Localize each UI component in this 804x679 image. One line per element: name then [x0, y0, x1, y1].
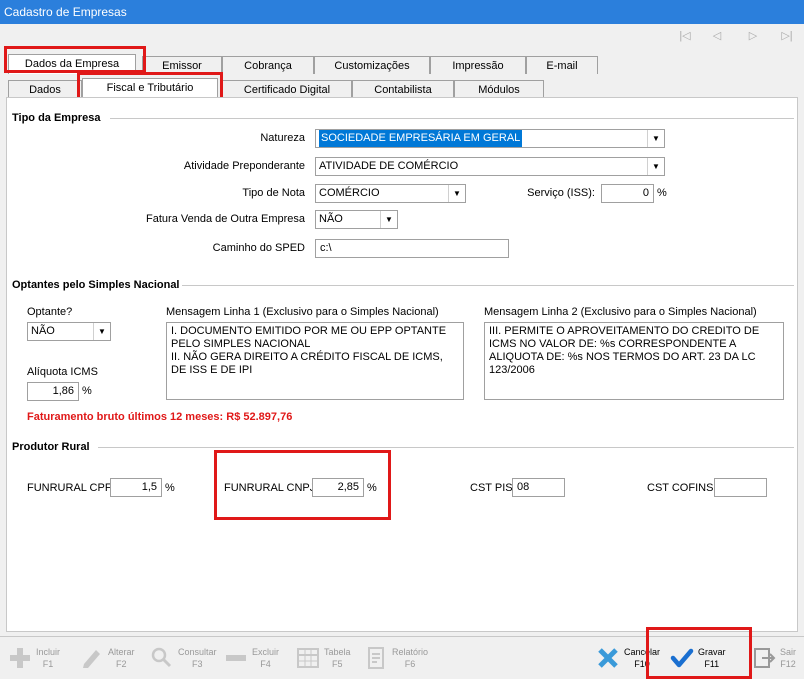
fatura-select[interactable]: NÃO ▼	[315, 210, 398, 229]
servico-field[interactable]: 0	[601, 184, 654, 203]
close-icon	[598, 648, 618, 668]
servico-label: Serviço (ISS):	[527, 187, 595, 199]
consultar-button[interactable]: Consultar F3	[150, 642, 217, 674]
search-icon	[151, 647, 172, 668]
tipo-nota-select[interactable]: COMÉRCIO ▼	[315, 184, 466, 203]
msg1-textarea[interactable]: I. DOCUMENTO EMITIDO POR ME OU EPP OPTAN…	[166, 322, 464, 400]
tab-highlight	[4, 46, 146, 73]
tab-customizacoes[interactable]: Customizações	[314, 56, 430, 74]
excluir-label: Excluir	[252, 647, 280, 657]
sair-key: F12	[780, 659, 796, 669]
msg2-label: Mensagem Linha 2 (Exclusivo para o Simpl…	[484, 306, 757, 318]
cst-cofins-label: CST COFINS	[647, 482, 714, 494]
last-record-icon[interactable]: ▷|	[779, 28, 795, 44]
optante-label: Optante?	[27, 306, 73, 318]
atividade-select[interactable]: ATIVIDADE DE COMÉRCIO ▼	[315, 157, 665, 176]
tipo-nota-value: COMÉRCIO	[319, 187, 380, 199]
tabela-label: Tabela	[324, 647, 351, 657]
relatorio-key: F6	[404, 659, 416, 669]
section-tipo-empresa: Tipo da Empresa	[12, 112, 101, 124]
incluir-key: F1	[42, 659, 54, 669]
subtab-certificado-digital[interactable]: Certificado Digital	[222, 80, 352, 98]
faturamento-text: Faturamento bruto últimos 12 meses: R$ 5…	[27, 411, 293, 423]
servico-unit: %	[657, 187, 667, 199]
chevron-down-icon: ▼	[93, 323, 110, 340]
sped-path-field[interactable]: c:\	[315, 239, 509, 258]
atividade-value: ATIVIDADE DE COMÉRCIO	[319, 160, 459, 172]
exit-icon	[754, 648, 776, 668]
alterar-key: F2	[116, 659, 127, 669]
relatorio-label: Relatório	[392, 647, 429, 657]
divider	[110, 118, 794, 119]
alterar-label: Alterar	[108, 647, 135, 657]
previous-record-icon[interactable]: ◁	[709, 28, 725, 44]
sair-button[interactable]: Sair F12	[752, 642, 800, 674]
consultar-key: F3	[192, 659, 203, 669]
first-record-icon[interactable]: |◁	[677, 28, 693, 44]
divider	[182, 285, 794, 286]
sped-label: Caminho do SPED	[212, 242, 305, 254]
table-icon	[297, 648, 319, 668]
subtab-dados[interactable]: Dados	[8, 80, 82, 98]
report-icon	[368, 647, 384, 669]
pencil-icon	[83, 650, 100, 668]
msg1-label: Mensagem Linha 1 (Exclusivo para o Simpl…	[166, 306, 439, 318]
section-produtor-rural: Produtor Rural	[12, 441, 90, 453]
consultar-label: Consultar	[178, 647, 217, 657]
tab-cobranca[interactable]: Cobrança	[222, 56, 314, 74]
sair-label: Sair	[780, 647, 797, 657]
relatorio-button[interactable]: Relatório F6	[364, 642, 434, 674]
divider	[98, 447, 794, 448]
cst-cofins-field[interactable]	[714, 478, 767, 497]
incluir-label: Incluir	[36, 647, 61, 657]
chevron-down-icon: ▼	[647, 158, 664, 175]
fatura-value: NÃO	[319, 213, 343, 225]
next-record-icon[interactable]: ▷	[745, 28, 761, 44]
funrural-cpf-label: FUNRURAL CPF	[27, 482, 112, 494]
alterar-button[interactable]: Alterar F2	[80, 642, 142, 674]
aliquota-unit: %	[82, 385, 92, 397]
tabela-button[interactable]: Tabela F5	[296, 642, 358, 674]
chevron-down-icon: ▼	[380, 211, 397, 228]
aliquota-field[interactable]: 1,86	[27, 382, 79, 401]
plus-icon	[10, 648, 30, 668]
incluir-button[interactable]: Incluir F1	[8, 642, 70, 674]
aliquota-label: Alíquota ICMS	[27, 366, 98, 378]
tabela-key: F5	[332, 659, 343, 669]
atividade-label: Atividade Preponderante	[183, 160, 305, 172]
cst-pis-field[interactable]: 08	[512, 478, 565, 497]
natureza-select[interactable]: SOCIEDADE EMPRESÁRIA EM GERAL ▼	[315, 129, 665, 148]
window-title: Cadastro de Empresas	[0, 0, 804, 24]
funrural-cnpj-highlight	[214, 450, 391, 520]
msg2-textarea[interactable]: III. PERMITE O APROVEITAMENTO DO CREDITO…	[484, 322, 784, 400]
fatura-label: Fatura Venda de Outra Empresa	[146, 213, 305, 225]
subtab-modulos[interactable]: Módulos	[454, 80, 544, 98]
tab-email[interactable]: E-mail	[526, 56, 598, 74]
funrural-cpf-field[interactable]: 1,5	[110, 478, 162, 497]
natureza-label: Natureza	[260, 132, 305, 144]
chevron-down-icon: ▼	[647, 130, 664, 147]
optante-value: NÃO	[31, 325, 55, 337]
subtab-contabilista[interactable]: Contabilista	[352, 80, 454, 98]
optante-select[interactable]: NÃO ▼	[27, 322, 111, 341]
natureza-value: SOCIEDADE EMPRESÁRIA EM GERAL	[319, 130, 523, 147]
excluir-key: F4	[260, 659, 271, 669]
minus-icon	[226, 655, 246, 661]
chevron-down-icon: ▼	[448, 185, 465, 202]
funrural-cpf-unit: %	[165, 482, 175, 494]
tipo-nota-label: Tipo de Nota	[242, 187, 305, 199]
section-simples: Optantes pelo Simples Nacional	[12, 279, 180, 291]
cst-pis-label: CST PIS	[470, 482, 513, 494]
tab-impressao[interactable]: Impressão	[430, 56, 526, 74]
gravar-highlight	[646, 627, 752, 679]
excluir-button[interactable]: Excluir F4	[224, 642, 286, 674]
